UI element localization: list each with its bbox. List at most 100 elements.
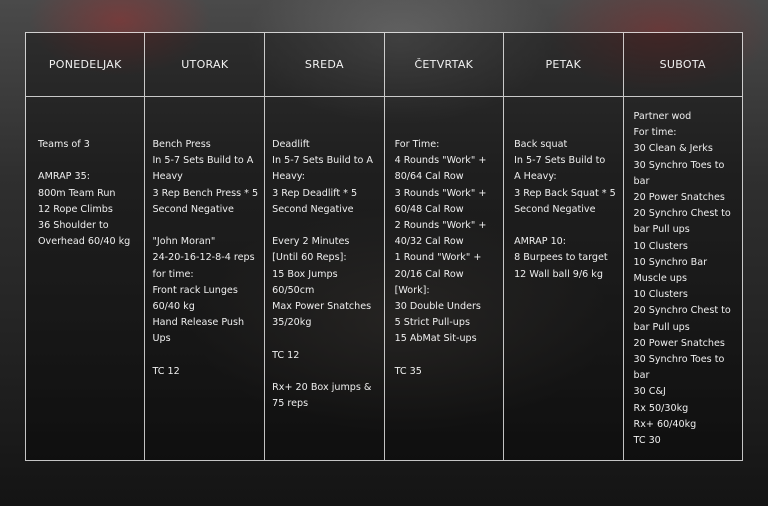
workout-line: Heavy:	[272, 171, 306, 183]
workout-line: 80/64 Cal Row	[394, 171, 464, 183]
workout-description: For Time: 4 Rounds "Work" + 80/64 Cal Row 3…	[385, 97, 503, 460]
workout-line: Back squat	[514, 139, 568, 150]
workout-line: [Until 60 Reps]:	[272, 252, 347, 264]
workout-line	[152, 348, 258, 364]
workout-line: In 5-7 Sets Build to	[514, 155, 606, 167]
workout-line: Max Power Snatches	[272, 301, 372, 313]
workout-line: 20 Synchro Chest to	[633, 208, 731, 220]
workout-line: 24-20-16-12-8-4 reps	[152, 252, 255, 264]
workout-line: 800m Team Run	[38, 187, 116, 199]
workout-line: Partner wod	[633, 111, 692, 122]
day-column: UTORAK Bench Press In 5-7 Sets Build to A H…	[145, 33, 266, 460]
workout-line: 8 Burpees to target	[514, 252, 608, 264]
workout-line: TC 35	[394, 365, 422, 377]
workout-line: 15 Box Jumps	[272, 268, 338, 280]
workout-line: Hand Release Push	[152, 317, 245, 329]
workout-line: 36 Shoulder to	[38, 220, 109, 231]
workout-line: 3 Rep Deadlift * 5	[272, 187, 358, 199]
workout-line: bar Pull ups	[633, 224, 690, 236]
workout-description: Deadlift In 5-7 Sets Build to A Heavy: 3 Re…	[265, 97, 383, 460]
day-header: SREDA	[265, 33, 384, 97]
workout-line: TC 12	[272, 349, 300, 361]
day-header: PETAK	[504, 33, 623, 97]
workout-line: Second Negative	[514, 203, 596, 215]
day-header: ČETVRTAK	[384, 33, 504, 97]
workout-line: Muscle ups	[633, 273, 687, 285]
workout-description: Teams of 3 AMRAP 35: 800m Team Run 12 Rope …	[26, 97, 144, 460]
day-column: PETAK Back squat In 5-7 Sets Build to A Hea…	[504, 33, 624, 460]
workout-line: TC 12	[152, 365, 180, 377]
workout-line	[395, 348, 497, 364]
workout-line: 3 Rep Back Squat * 5	[514, 187, 616, 199]
workout-line: 10 Synchro Bar	[633, 256, 708, 268]
workout-line: 30 Synchro Toes to	[633, 354, 725, 366]
workout-line	[272, 218, 377, 234]
workout-line: Heavy	[152, 171, 183, 183]
day-header: PONEDELJAK	[26, 33, 145, 97]
workout-line: 10 Clusters	[633, 240, 688, 252]
workout-line: [Work]:	[394, 284, 430, 296]
workout-line: 30 Double Unders	[394, 301, 481, 313]
workout-line: Bench Press	[152, 139, 211, 150]
workout-line: Second Negative	[152, 203, 234, 215]
workout-line: Every 2 Minutes	[272, 236, 350, 248]
workout-line: 35/20kg	[272, 317, 312, 329]
workout-line: Rx 50/30kg	[633, 402, 689, 414]
workout-line	[38, 153, 138, 169]
workout-line: Rx+ 60/40kg	[633, 418, 697, 430]
workout-line: Deadlift	[272, 139, 310, 150]
workout-line: 2 Rounds "Work" +	[394, 220, 487, 232]
day-column: SUBOTA Partner wod For time: 30 Clean & Jer…	[623, 33, 742, 460]
day-column: PONEDELJAK Teams of 3 AMRAP 35: 800m Team R…	[26, 33, 146, 460]
workout-line	[272, 331, 377, 347]
workout-line: 20/16 Cal Row	[394, 268, 464, 280]
workout-line: 3 Rep Bench Press * 5	[152, 187, 259, 199]
workout-line: 1 Round "Work" +	[394, 252, 482, 264]
workout-line: For time:	[633, 127, 677, 139]
workout-line: 5 Strict Pull-ups	[394, 317, 470, 329]
workout-line: Ups	[152, 333, 171, 345]
workout-line: 40/32 Cal Row	[394, 236, 464, 248]
workout-line: 15 AbMat Sit-ups	[394, 333, 477, 345]
workout-line: Overhead 60/40 kg	[38, 236, 131, 248]
workout-line: Teams of 3	[38, 139, 90, 150]
workout-description: Back squat In 5-7 Sets Build to A Heavy: 3 …	[504, 97, 622, 460]
workout-line: Front rack Lunges	[152, 284, 238, 296]
workout-line: 30 Synchro Toes to	[633, 159, 725, 171]
workout-line: 3 Rounds "Work" +	[394, 187, 487, 199]
workout-line	[514, 218, 616, 234]
workout-line: 10 Clusters	[633, 289, 688, 301]
weekly-wod-schedule: PONEDELJAK Teams of 3 AMRAP 35: 800m Team R…	[25, 32, 743, 461]
workout-line: "John Moran"	[152, 236, 216, 248]
workout-line: 4 Rounds "Work" +	[394, 155, 487, 167]
day-header: UTORAK	[145, 33, 265, 97]
day-header: SUBOTA	[623, 33, 742, 97]
day-column: SREDA Deadlift In 5-7 Sets Build to A Heavy…	[265, 33, 385, 460]
day-column: ČETVRTAK For Time: 4 Rounds "Work" + 80/64 …	[384, 33, 505, 460]
workout-line: 30 C&J	[633, 386, 666, 398]
workout-description: Bench Press In 5-7 Sets Build to A Heavy 3 …	[145, 97, 264, 460]
workout-line: A Heavy:	[514, 171, 557, 183]
workout-line: In 5-7 Sets Build to A	[152, 155, 254, 167]
workout-line: 75 reps	[272, 398, 309, 410]
workout-line	[272, 364, 377, 380]
workout-line: AMRAP 10:	[514, 236, 567, 248]
workout-line: 20 Synchro Chest to	[633, 305, 731, 317]
workout-description: Partner wod For time: 30 Clean & Jerks 30 S…	[624, 97, 742, 460]
workout-line: 60/50cm	[272, 284, 315, 296]
workout-line: 60/48 Cal Row	[394, 203, 464, 215]
workout-line: AMRAP 35:	[38, 171, 90, 183]
workout-line: For Time:	[394, 139, 440, 150]
workout-line: Second Negative	[272, 203, 354, 215]
workout-line: 12 Rope Climbs	[38, 203, 113, 215]
workout-line: Rx+ 20 Box jumps &	[272, 382, 372, 393]
workout-line: 20 Power Snatches	[633, 192, 725, 204]
workout-line: In 5-7 Sets Build to A	[272, 155, 373, 167]
workout-line: 20 Power Snatches	[633, 337, 725, 349]
workout-line: TC 30	[633, 435, 661, 447]
workout-line	[152, 218, 258, 234]
workout-line: 12 Wall ball 9/6 kg	[514, 268, 603, 280]
workout-line: bar	[633, 370, 650, 382]
workout-line: bar Pull ups	[633, 321, 690, 333]
workout-line: 60/40 kg	[152, 301, 195, 313]
